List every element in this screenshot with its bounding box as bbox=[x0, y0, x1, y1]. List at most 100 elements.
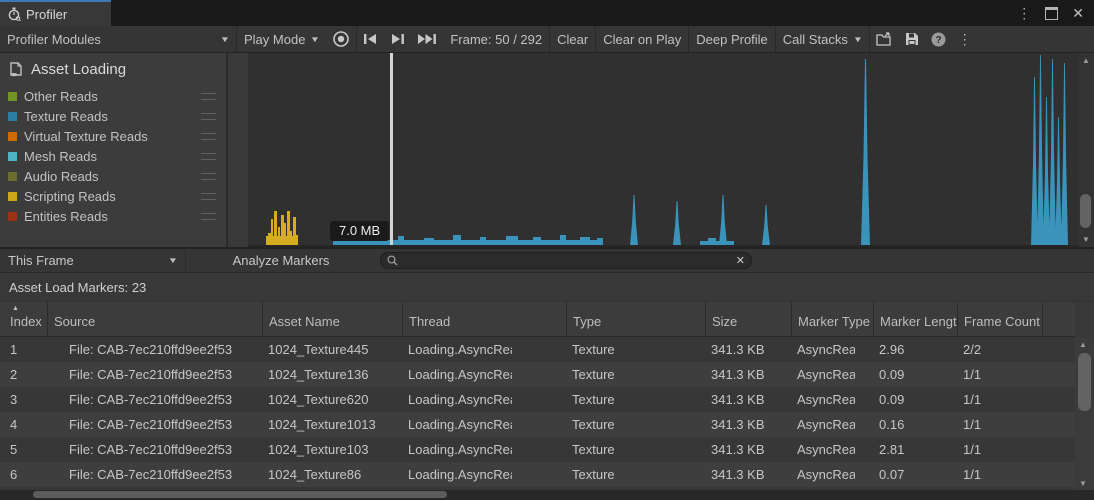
cell-asset-name: 1024_Texture1013 bbox=[262, 417, 402, 432]
table-row[interactable]: 2File: CAB-7ec210ffd9ee2f531024_Texture1… bbox=[0, 362, 1075, 387]
close-icon[interactable]: ✕ bbox=[1072, 6, 1084, 20]
cell-asset-name: 1024_Texture136 bbox=[262, 367, 402, 382]
window-menu-icon[interactable]: ⋮ bbox=[1017, 6, 1031, 20]
record-button[interactable] bbox=[326, 26, 356, 52]
call-stacks-toggle[interactable]: Call Stacks ▼ bbox=[776, 26, 869, 52]
table-row[interactable]: 6File: CAB-7ec210ffd9ee2f531024_Texture8… bbox=[0, 462, 1075, 487]
column-header-asset-name[interactable]: Asset Name bbox=[262, 302, 402, 336]
clear-button[interactable]: Clear bbox=[550, 26, 595, 52]
table-row[interactable]: 5File: CAB-7ec210ffd9ee2f531024_Texture1… bbox=[0, 437, 1075, 462]
cell-frame-count: 1/1 bbox=[957, 392, 1042, 407]
table-scroll-thumb[interactable] bbox=[1078, 353, 1091, 411]
skip-forward-icon bbox=[417, 33, 437, 45]
chart-spike bbox=[1031, 77, 1038, 245]
skip-back-icon bbox=[363, 33, 378, 45]
asset-load-markers-table: Index▲SourceAsset NameThreadTypeSizeMark… bbox=[0, 302, 1094, 490]
cell-size: 341.3 KB bbox=[705, 467, 791, 482]
legend-item-mesh-reads[interactable]: Mesh Reads bbox=[0, 146, 226, 166]
help-icon: ? bbox=[931, 32, 946, 47]
cell-source: File: CAB-7ec210ffd9ee2f53 bbox=[47, 342, 262, 357]
profiler-window: Profiler ⋮ ✕ Profiler Modules ▼ Play Mod… bbox=[0, 0, 1094, 500]
column-header-source[interactable]: Source bbox=[47, 302, 262, 336]
cell-thread: Loading.AsyncRead bbox=[402, 417, 566, 432]
cell-marker-type: AsyncRead bbox=[791, 442, 873, 457]
tab-profiler[interactable]: Profiler bbox=[0, 0, 111, 26]
frame-scope-dropdown[interactable]: This Frame ▼ bbox=[0, 249, 186, 272]
drag-handle-icon[interactable] bbox=[201, 193, 216, 200]
legend-item-texture-reads[interactable]: Texture Reads bbox=[0, 106, 226, 126]
marker-search-field[interactable]: ✕ bbox=[380, 252, 752, 269]
table-row[interactable]: 3File: CAB-7ec210ffd9ee2f531024_Texture6… bbox=[0, 387, 1075, 412]
cell-type: Texture bbox=[566, 442, 705, 457]
drag-handle-icon[interactable] bbox=[201, 213, 216, 220]
chart-vertical-scrollbar[interactable]: ▲ ▼ bbox=[1078, 53, 1094, 247]
column-header-index[interactable]: Index▲ bbox=[0, 302, 47, 336]
chart-bar bbox=[278, 227, 280, 245]
chart-bar bbox=[296, 235, 298, 245]
scroll-up-icon[interactable]: ▲ bbox=[1078, 56, 1094, 65]
search-input[interactable] bbox=[403, 253, 731, 269]
chart-spike bbox=[861, 59, 870, 245]
first-frame-button[interactable] bbox=[357, 26, 384, 52]
module-legend: Other ReadsTexture ReadsVirtual Texture … bbox=[0, 86, 226, 226]
profiler-modules-dropdown[interactable]: Profiler Modules ▼ bbox=[0, 26, 236, 52]
drag-handle-icon[interactable] bbox=[201, 173, 216, 180]
drag-handle-icon[interactable] bbox=[201, 133, 216, 140]
help-button[interactable]: ? bbox=[925, 26, 952, 52]
cell-asset-name: 1024_Texture620 bbox=[262, 392, 402, 407]
legend-item-scripting-reads[interactable]: Scripting Reads bbox=[0, 186, 226, 206]
drag-handle-icon[interactable] bbox=[201, 153, 216, 160]
window-controls: ⋮ ✕ bbox=[1017, 0, 1094, 26]
scroll-down-icon[interactable]: ▼ bbox=[1075, 479, 1091, 488]
column-header-thread[interactable]: Thread bbox=[402, 302, 566, 336]
column-header-type[interactable]: Type bbox=[566, 302, 705, 336]
cell-marker-length: 0.16 bbox=[873, 417, 957, 432]
column-header-filler bbox=[1042, 302, 1075, 336]
scroll-down-icon[interactable]: ▼ bbox=[1078, 235, 1094, 244]
cell-marker-length: 0.09 bbox=[873, 392, 957, 407]
analyze-markers-button[interactable]: Analyze Markers bbox=[186, 249, 376, 272]
scroll-up-icon[interactable]: ▲ bbox=[1075, 340, 1091, 349]
cell-marker-length: 0.07 bbox=[873, 467, 957, 482]
module-header[interactable]: Asset Loading bbox=[0, 59, 226, 86]
legend-item-other-reads[interactable]: Other Reads bbox=[0, 86, 226, 106]
drag-handle-icon[interactable] bbox=[201, 113, 216, 120]
maximize-icon[interactable] bbox=[1045, 7, 1058, 20]
cell-asset-name: 1024_Texture103 bbox=[262, 442, 402, 457]
last-frame-button[interactable] bbox=[411, 26, 443, 52]
play-mode-label: Play Mode bbox=[244, 32, 305, 47]
chart-value-tooltip: 7.0 MB bbox=[330, 221, 389, 241]
table-row[interactable]: 1File: CAB-7ec210ffd9ee2f531024_Texture4… bbox=[0, 337, 1075, 362]
cell-index: 6 bbox=[0, 467, 47, 482]
table-vertical-scrollbar[interactable]: ▲ ▼ bbox=[1075, 337, 1094, 490]
legend-item-audio-reads[interactable]: Audio Reads bbox=[0, 166, 226, 186]
cell-frame-count: 1/1 bbox=[957, 442, 1042, 457]
chart-bar bbox=[290, 231, 292, 245]
selected-frame-line[interactable] bbox=[390, 53, 393, 245]
save-profile-button[interactable] bbox=[899, 26, 925, 52]
drag-handle-icon[interactable] bbox=[201, 93, 216, 100]
asset-loading-chart[interactable]: 7.0 MB bbox=[248, 53, 1078, 247]
column-header-frame-count[interactable]: Frame Count bbox=[957, 302, 1042, 336]
load-profile-button[interactable] bbox=[870, 26, 899, 52]
module-title: Asset Loading bbox=[31, 61, 126, 78]
cell-index: 5 bbox=[0, 442, 47, 457]
chevron-down-icon: ▼ bbox=[853, 35, 863, 44]
column-header-marker-type[interactable]: Marker Type bbox=[791, 302, 873, 336]
column-header-size[interactable]: Size bbox=[705, 302, 791, 336]
clear-search-icon[interactable]: ✕ bbox=[736, 254, 745, 267]
deep-profile-toggle[interactable]: Deep Profile bbox=[689, 26, 775, 52]
legend-item-entities-reads[interactable]: Entities Reads bbox=[0, 206, 226, 226]
table-row[interactable]: 4File: CAB-7ec210ffd9ee2f531024_Texture1… bbox=[0, 412, 1075, 437]
play-mode-dropdown[interactable]: Play Mode ▼ bbox=[237, 26, 326, 52]
column-header-marker-length[interactable]: Marker Length bbox=[873, 302, 957, 336]
next-frame-button[interactable] bbox=[384, 26, 411, 52]
horizontal-scroll-thumb[interactable] bbox=[33, 491, 447, 498]
legend-item-virtual-texture-reads[interactable]: Virtual Texture Reads bbox=[0, 126, 226, 146]
cell-marker-length: 2.96 bbox=[873, 342, 957, 357]
chart-scroll-thumb[interactable] bbox=[1080, 194, 1091, 228]
table-horizontal-scrollbar[interactable] bbox=[0, 490, 1094, 500]
legend-color-swatch bbox=[8, 172, 17, 181]
clear-on-play-toggle[interactable]: Clear on Play bbox=[596, 26, 688, 52]
toolbar-menu-button[interactable]: ⋮ bbox=[952, 26, 978, 52]
